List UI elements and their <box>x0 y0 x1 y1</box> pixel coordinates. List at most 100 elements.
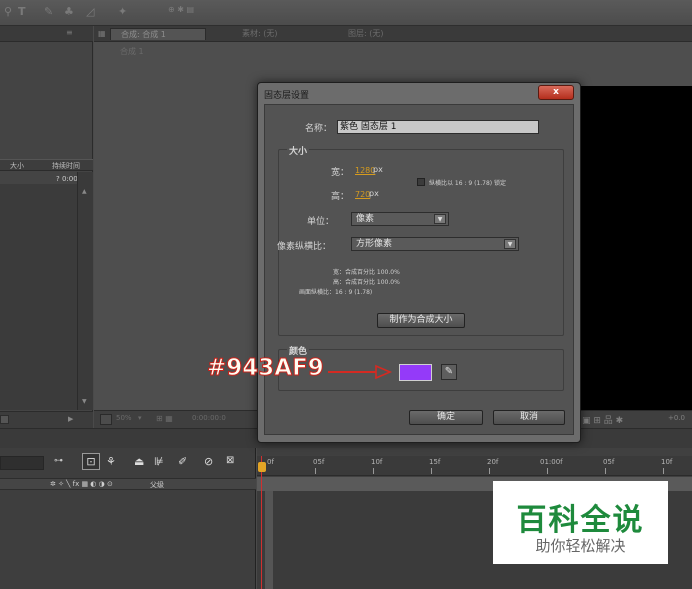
close-button[interactable]: x <box>538 85 574 100</box>
units-value: 像素 <box>356 214 375 224</box>
project-panel: ≡ 大小 持续时间 ? 0:00 品 ▲ ▼ ▶ <box>0 26 93 428</box>
scroll-right-icon[interactable]: ▶ <box>68 415 73 423</box>
brainstorm-icon[interactable]: ⊘ <box>204 455 213 468</box>
comp-mini-flowchart-icon[interactable]: ⊶ <box>54 456 63 466</box>
timeline-column-header: ✲ ✧ ╲ fx ▦ ◐ ◑ ⊙ 父级 <box>0 478 256 490</box>
tab-footage[interactable]: 素材: (无) <box>242 28 277 40</box>
playhead-line[interactable] <box>261 456 262 589</box>
motion-blur-icon[interactable]: ⊯ <box>154 455 164 468</box>
tick-mark <box>663 468 664 474</box>
tick-mark <box>315 468 316 474</box>
tick-label: 15f <box>429 458 441 466</box>
tab-layer[interactable]: 图层: (无) <box>348 28 383 40</box>
tick-label: 0f <box>267 458 274 466</box>
color-swatch[interactable] <box>399 364 432 381</box>
lock-aspect-label[interactable]: 纵横比以 16 : 9 (1.78) 锁定 <box>429 178 506 187</box>
pixel-aspect-dropdown[interactable]: 方形像素 ▼ <box>351 237 519 251</box>
zoom-dropdown-icon[interactable]: ▾ <box>138 414 142 422</box>
panel-grip-icon[interactable]: ▦ <box>98 29 106 38</box>
eraser-tool-icon[interactable]: ◿ <box>86 5 94 18</box>
column-size[interactable]: 大小 <box>10 161 24 171</box>
chevron-down-icon: ▼ <box>504 239 516 249</box>
size-group-label: 大小 <box>287 144 310 157</box>
composition-tabbar: ▦ 合成: 合成 1 素材: (无) 图层: (无) <box>94 26 692 42</box>
column-duration[interactable]: 持续时间 <box>52 161 80 171</box>
timeline-layer-panel: ⊶ ⊡ ⚘ ⏏ ⊯ ✐ ⊘ ⊠ ✲ ✧ ╲ fx ▦ ◐ ◑ ⊙ 父级 <box>0 448 256 589</box>
column-parent[interactable]: 父级 <box>150 480 164 490</box>
time-ruler[interactable]: 0f 05f 10f 15f 20f 01:00f 05f 10f <box>257 456 692 476</box>
live-update-icon[interactable]: ⊠ <box>226 455 234 466</box>
width-label: 宽： <box>331 168 350 178</box>
project-list[interactable] <box>0 184 77 410</box>
lock-aspect-checkbox[interactable] <box>417 178 425 186</box>
tick-label: 10f <box>661 458 673 466</box>
hide-shy-icon[interactable]: ⚘ <box>106 455 116 468</box>
text-tool-icon[interactable]: T <box>18 5 26 18</box>
info-height: 高：合成百分比 100.0% <box>333 279 400 286</box>
color-hex-annotation: #943AF9 <box>207 355 325 382</box>
bpc-toggle[interactable] <box>0 415 9 424</box>
make-comp-size-button[interactable]: 制作为合成大小 <box>377 313 465 328</box>
top-toolbar: ⚲ T ✎ ♣ ◿ ✦ ⊕ ✱ ▤ <box>0 0 692 26</box>
exposure-value[interactable]: +0.0 <box>668 414 685 422</box>
project-tabbar: ≡ <box>0 26 93 42</box>
dialog-title: 固态层设置 <box>264 91 310 101</box>
height-label: 高： <box>331 192 350 202</box>
zoom-level[interactable]: 50% <box>116 414 132 422</box>
width-unit: px <box>373 165 383 174</box>
dialog-content: 名称： 紫色 固态层 1 大小 宽： 1280 px 纵横比以 16 : 9 (… <box>264 104 574 435</box>
frame-blending-icon[interactable]: ⏏ <box>134 455 144 468</box>
axis-mode-icon[interactable]: ⊕ ✱ ▤ <box>168 5 194 14</box>
info-frame-aspect: 画面纵横比：16 : 9 (1.78) <box>299 289 373 296</box>
units-dropdown[interactable]: 像素 ▼ <box>351 212 449 226</box>
timeline-search-input[interactable] <box>0 456 44 470</box>
annotation-arrow-icon <box>328 364 393 380</box>
watermark-logo: 百科全说 助你轻松解决 <box>493 481 668 564</box>
pixel-aspect-label: 像素纵横比： <box>277 242 332 252</box>
tick-label: 01:00f <box>540 458 563 466</box>
ok-button[interactable]: 确定 <box>409 410 483 425</box>
composition-viewer[interactable] <box>580 86 692 416</box>
project-row-duration: ? 0:00 <box>56 175 78 183</box>
tick-mark <box>547 468 548 474</box>
cancel-button[interactable]: 取消 <box>493 410 565 425</box>
height-value[interactable]: 720 <box>355 190 370 199</box>
tab-composition[interactable]: 合成: 合成 1 <box>110 28 206 40</box>
current-timecode[interactable]: 0:00:00:0 <box>192 414 226 422</box>
project-column-header: 大小 持续时间 <box>0 159 93 171</box>
project-bottombar: ▶ <box>0 411 93 428</box>
name-input[interactable]: 紫色 固态层 1 <box>337 120 539 134</box>
pixel-aspect-value: 方形像素 <box>356 239 393 249</box>
tick-label: 10f <box>371 458 383 466</box>
watermark-title: 百科全说 <box>516 503 645 538</box>
height-unit: px <box>369 189 379 198</box>
roto-tool-icon[interactable]: ✦ <box>118 5 127 18</box>
tick-label: 05f <box>313 458 325 466</box>
switches-icons[interactable]: ✲ ✧ ╲ fx ▦ ◐ ◑ ⊙ <box>50 480 113 488</box>
info-width: 宽：合成百分比 100.0% <box>333 269 400 276</box>
playhead-handle[interactable] <box>258 462 266 472</box>
pin-tool-icon[interactable]: ⚲ <box>4 5 12 18</box>
scroll-down-icon[interactable]: ▼ <box>82 398 87 405</box>
always-preview-toggle[interactable] <box>100 414 112 425</box>
tick-mark <box>489 468 490 474</box>
name-label: 名称： <box>305 124 333 134</box>
safe-zones-icon[interactable]: ⊞ ▦ <box>156 414 173 423</box>
view-options-icon[interactable]: ▣ ⊞ 品 ✱ <box>582 413 623 426</box>
graph-editor-icon[interactable]: ✐ <box>178 455 187 468</box>
layer-duration-column <box>265 491 273 589</box>
chevron-down-icon: ▼ <box>434 214 446 224</box>
brush-tool-icon[interactable]: ✎ <box>44 5 53 18</box>
panel-menu-icon[interactable]: ≡ <box>66 28 73 37</box>
tick-mark <box>605 468 606 474</box>
scroll-up-icon[interactable]: ▲ <box>82 188 87 195</box>
composition-subtab[interactable]: 合成 1 <box>120 46 144 57</box>
draft-3d-icon[interactable]: ⊡ <box>82 453 100 470</box>
project-scrollbar[interactable]: ▲ ▼ <box>77 172 93 410</box>
eyedropper-icon[interactable]: ✎ <box>441 364 457 380</box>
tick-label: 20f <box>487 458 499 466</box>
stamp-tool-icon[interactable]: ♣ <box>64 5 74 18</box>
tick-mark <box>373 468 374 474</box>
tick-mark <box>431 468 432 474</box>
watermark-subtitle: 助你轻松解决 <box>535 537 626 555</box>
